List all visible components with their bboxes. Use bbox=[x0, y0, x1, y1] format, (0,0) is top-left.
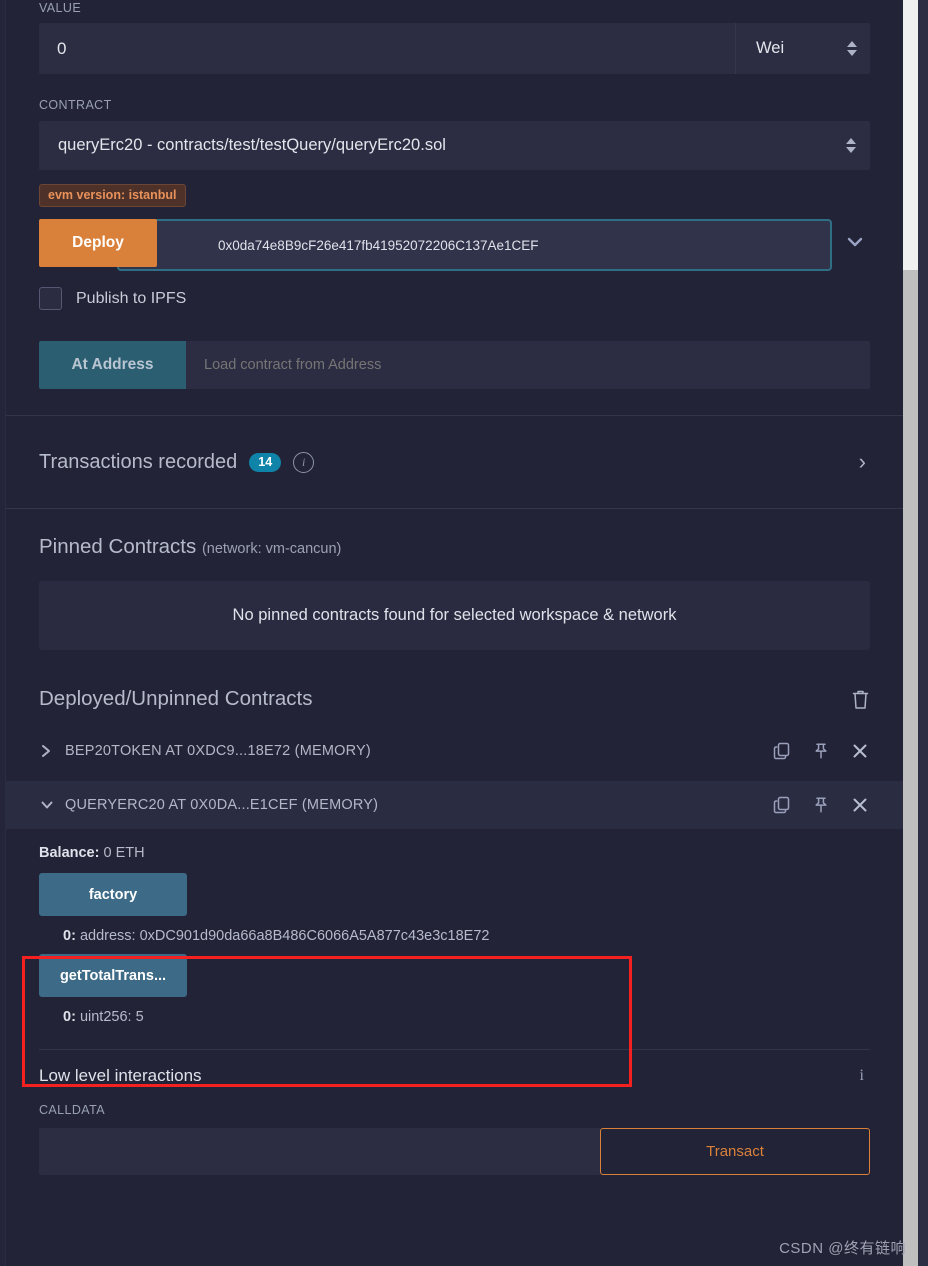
value-row: Wei bbox=[39, 23, 870, 74]
deployed-contract-actions bbox=[772, 795, 870, 815]
pinned-contracts-empty-message: No pinned contracts found for selected w… bbox=[39, 581, 870, 650]
right-edge-strip bbox=[918, 0, 928, 1266]
contract-functions: factory 0: address: 0xDC901d90da66a8B486… bbox=[6, 873, 903, 1035]
calldata-row: Transact bbox=[39, 1128, 870, 1175]
result-value: address: 0xDC901d90da66a8B486C6066A5A877… bbox=[79, 928, 490, 944]
page-scrollbar-thumb[interactable] bbox=[903, 270, 918, 1266]
calldata-input[interactable] bbox=[39, 1128, 600, 1175]
unit-stepper-icon[interactable] bbox=[847, 41, 857, 56]
value-unit-select[interactable]: Wei bbox=[735, 23, 870, 74]
result-index: 0: bbox=[63, 1009, 76, 1025]
low-level-header: Low level interactions i bbox=[39, 1066, 870, 1086]
value-unit-label: Wei bbox=[756, 39, 785, 57]
scroll-panel: VALUE Wei CONTRACT queryErc20 - contract… bbox=[6, 0, 903, 1266]
low-level-interactions-section: Low level interactions i CALLDATA Transa… bbox=[6, 1066, 903, 1175]
deployed-contracts-title: Deployed/Unpinned Contracts bbox=[39, 687, 313, 710]
value-input[interactable] bbox=[39, 23, 735, 74]
info-icon[interactable]: i bbox=[860, 1067, 870, 1085]
deployed-contract-row-bep20token[interactable]: BEP20TOKEN AT 0XDC9...18E72 (MEMORY) bbox=[6, 729, 903, 773]
info-icon[interactable]: i bbox=[293, 451, 315, 473]
copy-icon[interactable] bbox=[772, 795, 792, 815]
contract-select[interactable]: queryErc20 - contracts/test/testQuery/qu… bbox=[39, 121, 870, 170]
function-button-gettotaltransactions[interactable]: getTotalTrans... bbox=[39, 954, 187, 997]
transactions-recorded-section[interactable]: Transactions recorded 14 i › bbox=[6, 416, 903, 508]
function-result-gettotaltransactions: 0: uint256: 5 bbox=[39, 997, 870, 1035]
chevron-down-icon[interactable] bbox=[39, 797, 61, 813]
pinned-network-note: (network: vm-cancun) bbox=[201, 541, 342, 557]
pin-icon[interactable] bbox=[811, 795, 831, 815]
remix-deploy-run-panel: VALUE Wei CONTRACT queryErc20 - contract… bbox=[0, 0, 928, 1266]
divider-above-low-level bbox=[39, 1049, 870, 1050]
value-label: VALUE bbox=[39, 1, 82, 15]
publish-ipfs-label: Publish to IPFS bbox=[76, 289, 187, 307]
copy-icon[interactable] bbox=[772, 741, 792, 761]
transact-button[interactable]: Transact bbox=[600, 1128, 870, 1175]
close-icon[interactable] bbox=[850, 741, 870, 761]
deployed-contract-name: QUERYERC20 AT 0X0DA...E1CEF (MEMORY) bbox=[65, 797, 379, 813]
pin-icon[interactable] bbox=[811, 741, 831, 761]
close-icon[interactable] bbox=[850, 795, 870, 815]
transactions-recorded-title: Transactions recorded bbox=[39, 450, 238, 473]
contract-label: CONTRACT bbox=[39, 98, 112, 112]
chevron-right-icon[interactable]: › bbox=[859, 451, 870, 473]
chevron-right-icon[interactable] bbox=[39, 743, 61, 759]
deploy-button[interactable]: Deploy bbox=[39, 219, 157, 267]
watermark: CSDN @终有链响 bbox=[779, 1240, 906, 1257]
deploy-argument-field[interactable] bbox=[117, 219, 832, 271]
function-result-factory: 0: address: 0xDC901d90da66a8B486C6066A5A… bbox=[39, 916, 870, 954]
evm-version-badge: evm version: istanbul bbox=[39, 184, 186, 207]
function-button-factory[interactable]: factory bbox=[39, 873, 187, 916]
at-address-row: At Address bbox=[39, 341, 870, 389]
publish-ipfs-checkbox[interactable] bbox=[39, 287, 62, 310]
contract-balance: Balance: 0 ETH bbox=[6, 845, 903, 861]
at-address-button[interactable]: At Address bbox=[39, 341, 186, 389]
chevron-down-icon[interactable] bbox=[844, 231, 866, 253]
low-level-title: Low level interactions bbox=[39, 1066, 202, 1085]
pinned-contracts-heading: Pinned Contracts bbox=[39, 535, 197, 558]
balance-value: 0 ETH bbox=[103, 845, 145, 861]
transactions-recorded-left: Transactions recorded 14 i bbox=[39, 450, 315, 474]
page-scrollbar-track[interactable] bbox=[903, 0, 918, 1266]
transactions-count-badge: 14 bbox=[249, 452, 282, 472]
publish-ipfs-row[interactable]: Publish to IPFS bbox=[39, 287, 870, 310]
deployed-contract-name: BEP20TOKEN AT 0XDC9...18E72 (MEMORY) bbox=[65, 743, 371, 759]
pinned-contracts-title: Pinned Contracts (network: vm-cancun) bbox=[39, 535, 870, 559]
contract-stepper-icon[interactable] bbox=[846, 138, 856, 153]
calldata-label: CALLDATA bbox=[39, 1103, 105, 1117]
pinned-contracts-section: Pinned Contracts (network: vm-cancun) No… bbox=[6, 509, 903, 650]
deploy-argument-input[interactable] bbox=[216, 236, 830, 254]
balance-label: Balance: bbox=[39, 845, 100, 861]
trash-icon[interactable] bbox=[851, 689, 870, 710]
deployed-contract-actions bbox=[772, 741, 870, 761]
contract-selected-value: queryErc20 - contracts/test/testQuery/qu… bbox=[58, 136, 446, 154]
result-index: 0: bbox=[63, 928, 76, 944]
deploy-row: Deploy bbox=[39, 219, 870, 271]
deploy-form: VALUE Wei CONTRACT queryErc20 - contract… bbox=[6, 0, 903, 415]
at-address-input[interactable] bbox=[186, 341, 870, 389]
deployed-contracts-header: Deployed/Unpinned Contracts bbox=[6, 687, 903, 711]
result-value: uint256: 5 bbox=[79, 1009, 144, 1025]
deployed-contract-row-queryerc20[interactable]: QUERYERC20 AT 0X0DA...E1CEF (MEMORY) bbox=[6, 781, 903, 829]
